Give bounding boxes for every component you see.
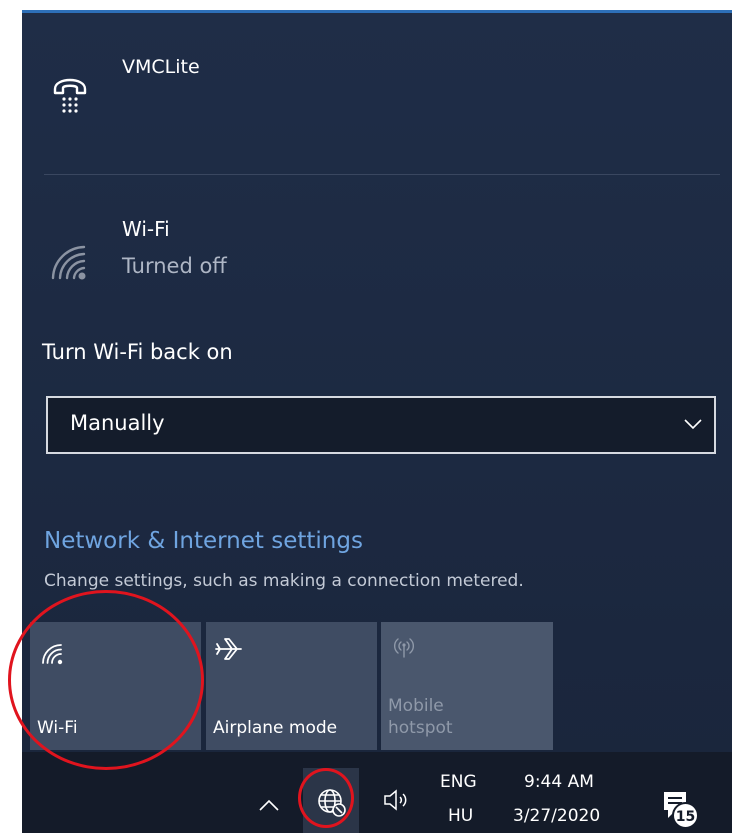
mobile-hotspot-icon bbox=[394, 638, 414, 658]
divider bbox=[44, 174, 720, 175]
network-name-vmclite: VMCLite bbox=[122, 56, 200, 78]
globe-icon bbox=[318, 789, 346, 817]
network-tray-button[interactable] bbox=[303, 768, 359, 833]
accent-line bbox=[22, 10, 732, 13]
language-bottom: HU bbox=[448, 806, 474, 826]
taskbar: ENG HU 9:44 AM 3/27/2020 15 bbox=[22, 752, 732, 833]
wifi-status: Turned off bbox=[122, 254, 227, 278]
network-flyout: VMCLite Wi-Fi Turned off Turn Wi-Fi back… bbox=[22, 10, 732, 833]
hotspot-tile-label-2: hotspot bbox=[388, 718, 453, 738]
wifi-name: Wi-Fi bbox=[122, 217, 170, 241]
speaker-icon[interactable] bbox=[382, 788, 412, 812]
language-top: ENG bbox=[440, 772, 477, 792]
clock-time: 9:44 AM bbox=[524, 772, 594, 792]
wifi-off-icon bbox=[51, 245, 86, 280]
airplane-tile-label: Airplane mode bbox=[213, 718, 338, 738]
chevron-up-icon[interactable] bbox=[258, 798, 280, 812]
network-settings-description: Change settings, such as making a connec… bbox=[44, 571, 524, 591]
wifi-tile-label: Wi-Fi bbox=[37, 718, 78, 738]
clock[interactable]: 9:44 AM 3/27/2020 bbox=[502, 752, 622, 833]
dropdown-value: Manually bbox=[70, 411, 165, 435]
airplane-icon bbox=[215, 638, 242, 660]
language-indicator[interactable]: ENG HU bbox=[434, 752, 494, 833]
turn-wifi-on-dropdown[interactable]: Manually bbox=[46, 396, 716, 454]
notification-count-badge: 15 bbox=[672, 802, 699, 829]
clock-date: 3/27/2020 bbox=[513, 806, 601, 826]
wifi-toggle-tile[interactable]: Wi-Fi bbox=[30, 622, 201, 750]
mobile-hotspot-tile[interactable]: Mobile hotspot bbox=[381, 622, 553, 750]
airplane-mode-tile[interactable]: Airplane mode bbox=[206, 622, 377, 750]
wifi-icon bbox=[42, 644, 63, 665]
dialup-phone-icon bbox=[53, 78, 87, 113]
hotspot-tile-label-1: Mobile bbox=[388, 696, 444, 716]
chevron-down-icon bbox=[684, 419, 702, 430]
network-settings-link[interactable]: Network & Internet settings bbox=[44, 528, 363, 554]
turn-wifi-on-label: Turn Wi-Fi back on bbox=[42, 340, 233, 364]
